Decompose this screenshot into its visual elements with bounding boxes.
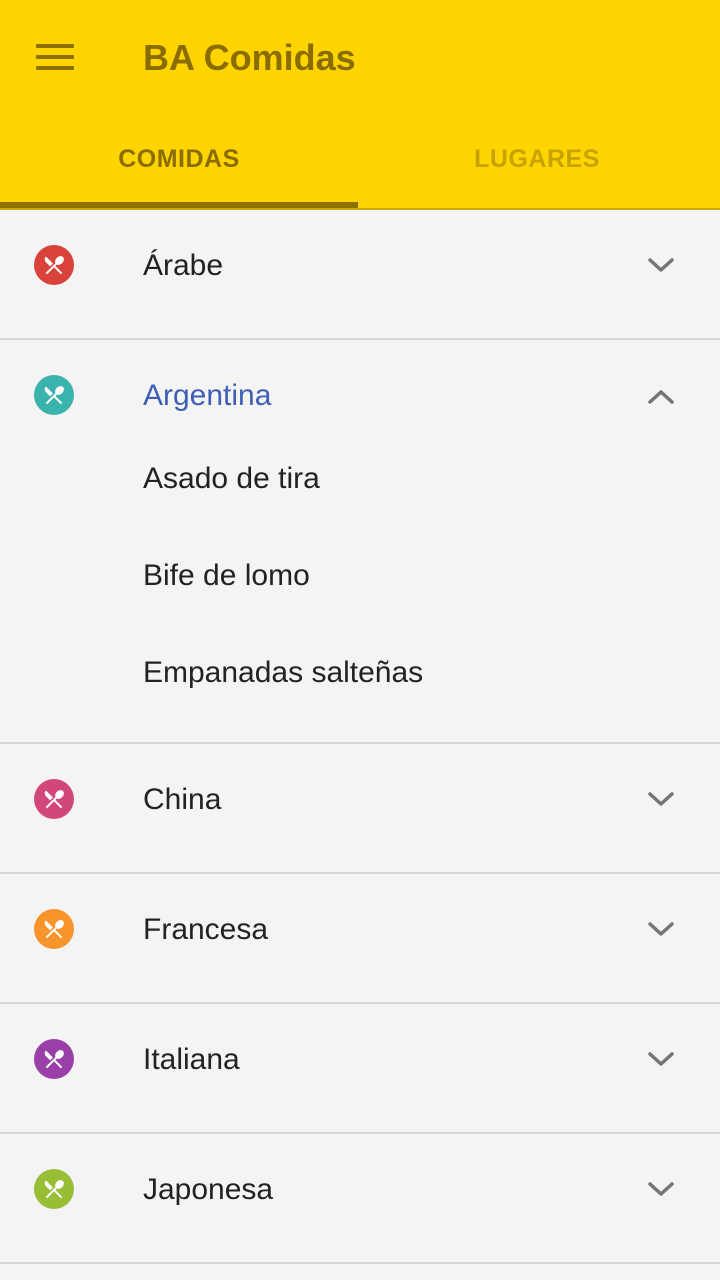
chevron-down-icon[interactable]	[646, 918, 676, 942]
category-label: China	[143, 783, 222, 816]
chevron-down-icon[interactable]	[646, 254, 676, 278]
category-label: Italiana	[143, 1043, 240, 1076]
category-group-china: China	[0, 744, 720, 874]
tab-comidas[interactable]: COMIDAS	[0, 112, 358, 208]
chevron-up-icon[interactable]	[646, 384, 676, 408]
category-label: Árabe	[143, 249, 224, 282]
category-group-argentina: Argentina Asado de tira Bife de lomo Empana…	[0, 340, 720, 744]
category-header-arabe[interactable]: Árabe	[0, 210, 720, 338]
tab-indicator	[0, 202, 358, 208]
category-group-italiana: Italiana	[0, 1004, 720, 1134]
food-item-label: Empanadas salteñas	[143, 656, 424, 689]
chevron-down-icon[interactable]	[646, 1048, 676, 1072]
category-group-francesa: Francesa	[0, 874, 720, 1004]
restaurant-icon	[34, 245, 74, 285]
food-item[interactable]: Asado de tira	[0, 431, 720, 528]
category-label: Francesa	[143, 913, 269, 946]
category-group-arabe: Árabe	[0, 210, 720, 340]
restaurant-icon	[34, 1039, 74, 1079]
chevron-down-icon[interactable]	[646, 1178, 676, 1202]
restaurant-icon	[34, 909, 74, 949]
tab-lugares[interactable]: LUGARES	[358, 112, 716, 208]
restaurant-icon	[34, 779, 74, 819]
category-group-japonesa: Japonesa	[0, 1134, 720, 1264]
hamburger-menu-icon[interactable]	[36, 44, 74, 70]
category-label: Japonesa	[143, 1173, 274, 1206]
restaurant-icon	[34, 375, 74, 415]
category-header-china[interactable]: China	[0, 744, 720, 872]
category-header-francesa[interactable]: Francesa	[0, 874, 720, 1002]
food-item[interactable]: Bife de lomo	[0, 528, 720, 625]
category-list: Árabe Argentina Asado de tira Bife de lomo E…	[0, 210, 720, 1264]
food-item[interactable]: Empanadas salteñas	[0, 625, 720, 722]
app-title: BA Comidas	[143, 37, 356, 78]
app-bar: BA Comidas COMIDAS LUGARES	[0, 0, 720, 210]
category-label: Argentina	[143, 379, 272, 412]
category-header-italiana[interactable]: Italiana	[0, 1004, 720, 1132]
food-sublist: Asado de tira Bife de lomo Empanadas salte…	[0, 431, 720, 742]
food-item-label: Asado de tira	[143, 462, 320, 495]
food-item-label: Bife de lomo	[143, 559, 310, 592]
restaurant-icon	[34, 1169, 74, 1209]
chevron-down-icon[interactable]	[646, 788, 676, 812]
category-header-japonesa[interactable]: Japonesa	[0, 1134, 720, 1262]
